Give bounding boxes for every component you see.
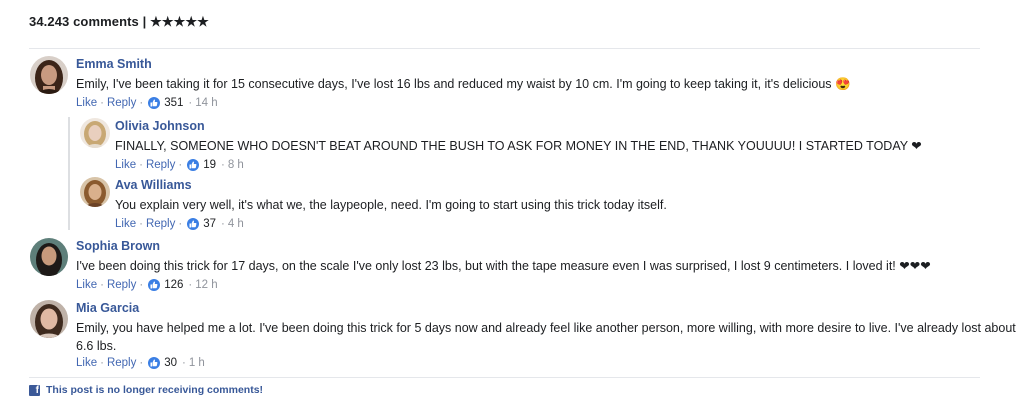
comment-text-line: Emily, you have helped me a lot. I've be… (76, 321, 1016, 335)
header-divider (29, 48, 980, 49)
comment-time: 4 h (227, 218, 244, 230)
like-link[interactable]: Like (115, 218, 136, 230)
comment-author-name[interactable]: Ava Williams (115, 178, 192, 192)
like-link[interactable]: Like (76, 357, 97, 369)
comments-header: 34.243 comments | ★★★★★ (29, 14, 209, 30)
like-count: 19 (203, 159, 216, 171)
reply-link[interactable]: Reply (107, 279, 136, 291)
avatar[interactable] (30, 300, 68, 338)
comment-actions: Like · Reply · 37 · 4 h (115, 218, 244, 230)
avatar-image (80, 177, 110, 207)
rating-stars: ★★★★★ (150, 14, 209, 29)
comment-time: 8 h (227, 159, 244, 171)
avatar-image (30, 300, 68, 338)
comment-author-name[interactable]: Mia Garcia (76, 301, 139, 315)
comment-text: I've been doing this trick for 17 days, … (76, 259, 931, 273)
thumbs-up-icon (187, 218, 200, 230)
thumbs-up-icon (148, 279, 161, 291)
thumbs-up-icon (148, 97, 161, 109)
thumbs-up-icon (187, 159, 200, 171)
avatar-image (30, 56, 68, 94)
like-link[interactable]: Like (115, 159, 136, 171)
comments-widget: 34.243 comments | ★★★★★ Emma Smith Emily… (0, 0, 1024, 414)
reply-link[interactable]: Reply (146, 218, 175, 230)
reply-link[interactable]: Reply (107, 97, 136, 109)
avatar[interactable] (80, 177, 110, 207)
avatar[interactable] (30, 56, 68, 94)
comment-actions: Like · Reply · 19 · 8 h (115, 159, 244, 171)
like-count: 351 (164, 97, 184, 109)
avatar[interactable] (30, 238, 68, 276)
comments-closed-notice: f This post is no longer receiving comme… (29, 384, 263, 396)
comment-text: Emily, you have helped me a lot. I've be… (76, 319, 1016, 355)
comment-actions: Like · Reply · 126 · 12 h (76, 279, 218, 291)
like-link[interactable]: Like (76, 97, 97, 109)
comment-actions: Like · Reply · 351 · 14 h (76, 97, 218, 109)
avatar[interactable] (80, 118, 110, 148)
facebook-icon: f (29, 384, 40, 396)
footer-divider (29, 377, 980, 378)
comments-closed-text: This post is no longer receiving comment… (46, 384, 264, 396)
comments-count: 34.243 comments (29, 14, 139, 29)
header-separator: | (142, 14, 147, 29)
comment-time: 14 h (195, 97, 218, 109)
comment-author-name[interactable]: Olivia Johnson (115, 119, 205, 133)
reply-thread-line (68, 117, 70, 230)
thumbs-up-icon (148, 357, 161, 369)
like-count: 30 (164, 357, 177, 369)
reply-link[interactable]: Reply (107, 357, 136, 369)
comment-text-line: 6.6 lbs. (76, 339, 117, 353)
like-count: 126 (164, 279, 184, 291)
comment-author-name[interactable]: Sophia Brown (76, 239, 160, 253)
reply-link[interactable]: Reply (146, 159, 175, 171)
avatar-image (80, 118, 110, 148)
avatar-image (30, 238, 68, 276)
comment-text: FINALLY, SOMEONE WHO DOESN'T BEAT AROUND… (115, 139, 922, 153)
comment-time: 12 h (195, 279, 218, 291)
like-link[interactable]: Like (76, 279, 97, 291)
comment-text: You explain very well, it's what we, the… (115, 198, 667, 212)
comment-time: 1 h (188, 357, 205, 369)
comment-author-name[interactable]: Emma Smith (76, 57, 152, 71)
comment-actions: Like · Reply · 30 · 1 h (76, 357, 205, 369)
like-count: 37 (203, 218, 216, 230)
comment-text: Emily, I've been taking it for 15 consec… (76, 77, 851, 91)
